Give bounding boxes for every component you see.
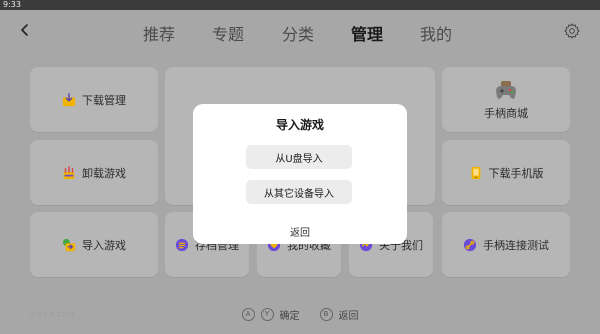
confirm-hint-label: 确定 (279, 310, 300, 322)
controller-hints: A Y 确定 B 返回 (0, 306, 600, 322)
status-bar: 9:33 (0, 0, 600, 10)
tile-label: 手柄商城 (484, 106, 528, 120)
tab-topics[interactable]: 专题 (212, 21, 244, 45)
tile-label: 卸载游戏 (82, 166, 126, 180)
tile-download-mobile[interactable]: 下载手机版 (442, 140, 570, 205)
tile-label: 下载管理 (82, 93, 126, 107)
link-icon (463, 238, 477, 251)
top-tabs: 推荐 专题 分类 管理 我的 (0, 21, 600, 45)
tab-mine[interactable]: 我的 (420, 21, 452, 45)
status-time: 9:33 (3, 0, 21, 9)
gear-icon (564, 23, 580, 39)
tab-recommend[interactable]: 推荐 (143, 21, 175, 45)
tab-categories[interactable]: 分类 (282, 21, 314, 45)
gamepad-icon (496, 80, 516, 99)
tile-gamepad-test[interactable]: 手柄连接测试 (442, 212, 570, 277)
import-icon (62, 238, 76, 251)
tile-uninstall-game[interactable]: 卸载游戏 (30, 140, 158, 205)
download-box-icon (62, 92, 76, 106)
dialog-back-button[interactable]: 返回 (193, 224, 407, 239)
tile-gamepad-store[interactable]: 手柄商城 (442, 67, 570, 132)
tile-download-manager[interactable]: 下载管理 (30, 67, 158, 132)
tab-manage[interactable]: 管理 (351, 21, 383, 45)
a-button-icon: A (241, 307, 255, 321)
import-from-other-device-button[interactable]: 从其它设备导入 (246, 180, 352, 204)
import-from-usb-button[interactable]: 从U盘导入 (246, 145, 352, 169)
b-button-icon: B (319, 307, 333, 321)
dialog-title: 导入游戏 (275, 118, 324, 132)
back-hint-label: 返回 (338, 310, 359, 322)
tile-label: 下载手机版 (488, 166, 544, 180)
y-button-icon: Y (260, 307, 274, 321)
save-icon (175, 238, 189, 251)
tile-label: 手柄连接测试 (483, 238, 549, 252)
settings-button[interactable] (563, 22, 581, 40)
tile-import-game[interactable]: 导入游戏 (30, 212, 158, 277)
uninstall-icon (63, 165, 75, 179)
import-game-dialog: 导入游戏 从U盘导入 从其它设备导入 返回 (193, 104, 407, 244)
tile-label: 导入游戏 (82, 238, 126, 252)
phone-icon (471, 166, 480, 179)
